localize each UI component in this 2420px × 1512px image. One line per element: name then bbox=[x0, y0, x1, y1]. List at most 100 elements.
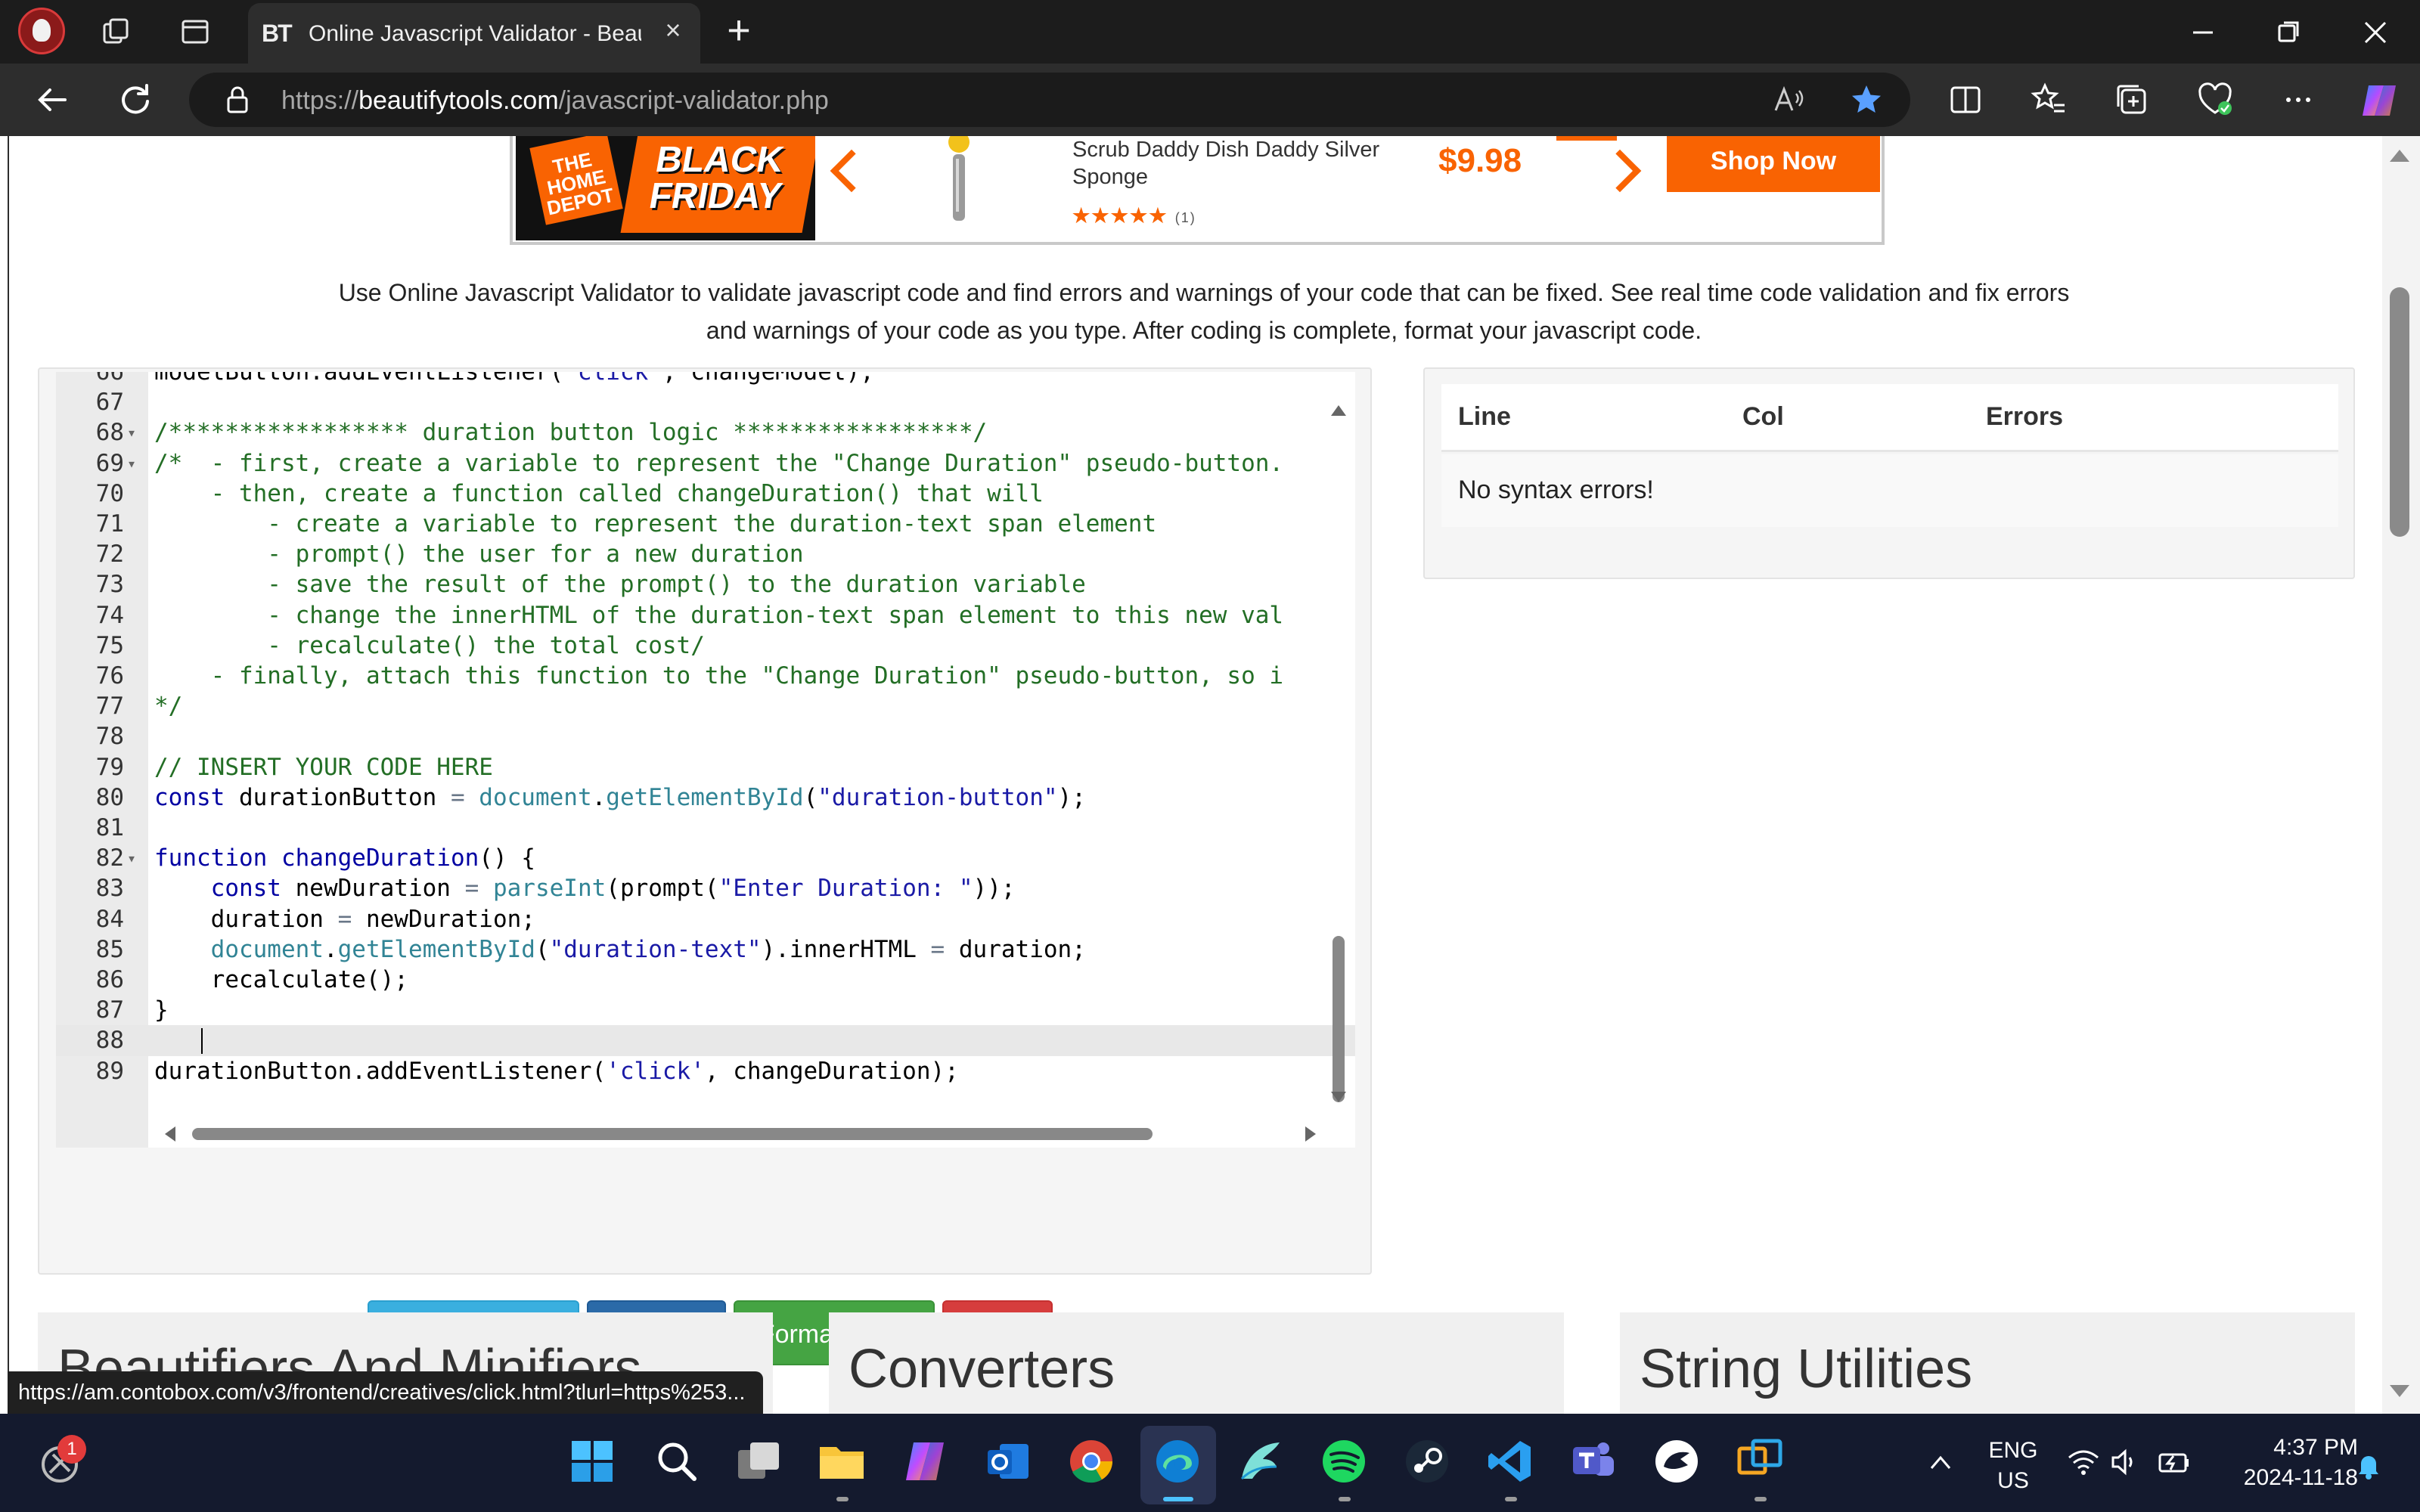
code-line[interactable]: 82 ▾ function changeDuration() { bbox=[56, 843, 1355, 874]
ad-rating-stars: ★★★★★ (1) bbox=[1072, 204, 1196, 227]
code-editor[interactable]: 66 modelButton.addEventListener('click', … bbox=[56, 372, 1355, 1148]
line-number: 71 bbox=[95, 510, 124, 538]
code-line[interactable]: 86 recalculate(); bbox=[56, 965, 1355, 996]
ad-prev-chevron-icon[interactable] bbox=[830, 149, 873, 193]
code-line[interactable]: 84 duration = newDuration; bbox=[56, 904, 1355, 935]
remote-desktop-icon[interactable] bbox=[1735, 1436, 1785, 1486]
browser-tab-active[interactable]: BT Online Javascript Validator - Beau × bbox=[248, 3, 700, 64]
line-number: 74 bbox=[95, 601, 124, 629]
spotify-icon[interactable] bbox=[1319, 1436, 1369, 1486]
microsoft-365-copilot-icon[interactable] bbox=[900, 1436, 950, 1486]
code-line[interactable]: 74 - change the innerHTML of the duratio… bbox=[56, 600, 1355, 631]
input-language[interactable]: ENG US bbox=[1983, 1438, 2043, 1494]
file-explorer-icon[interactable] bbox=[817, 1436, 867, 1486]
battery-charging-icon[interactable] bbox=[2155, 1447, 2192, 1477]
start-windows-icon[interactable] bbox=[567, 1436, 617, 1486]
line-number: 75 bbox=[95, 631, 124, 659]
workspaces-icon[interactable] bbox=[101, 17, 132, 47]
more-options-icon[interactable] bbox=[2279, 81, 2317, 119]
editor-scroll-down-icon[interactable] bbox=[1331, 1092, 1346, 1102]
code-text: - then, create a function called changeD… bbox=[154, 479, 1044, 507]
code-line[interactable]: 69 ▾ /* - first, create a variable to repr… bbox=[56, 448, 1355, 479]
code-line[interactable]: 68 ▾ /***************** duration button lo… bbox=[56, 417, 1355, 448]
status-link-preview: https://am.contobox.com/v3/frontend/crea… bbox=[8, 1371, 764, 1414]
page-scroll-down-icon[interactable] bbox=[2390, 1385, 2409, 1397]
clock[interactable]: 4:37 PM 2024-11-18 bbox=[2223, 1435, 2358, 1491]
code-line[interactable]: 73 - save the result of the prompt() to … bbox=[56, 569, 1355, 600]
line-number: 68 bbox=[95, 419, 124, 447]
wifi-icon[interactable] bbox=[2066, 1447, 2101, 1477]
back-arrow-icon[interactable] bbox=[33, 81, 71, 119]
editor-horizontal-scroll-thumb[interactable] bbox=[192, 1128, 1153, 1140]
tab-close-icon[interactable]: × bbox=[658, 15, 688, 45]
fold-toggle-icon[interactable]: ▾ bbox=[127, 843, 142, 874]
new-tab-icon[interactable]: + bbox=[720, 10, 758, 51]
fold-toggle-icon[interactable]: ▾ bbox=[127, 417, 142, 448]
read-aloud-icon[interactable] bbox=[1773, 85, 1806, 115]
vscode-icon[interactable] bbox=[1485, 1436, 1535, 1486]
code-line[interactable]: 77 */ bbox=[56, 691, 1355, 722]
task-view-icon[interactable] bbox=[734, 1436, 783, 1486]
steam-icon[interactable] bbox=[1402, 1436, 1452, 1486]
outlook-icon[interactable] bbox=[983, 1436, 1033, 1486]
shop-now-button[interactable]: Shop Now bbox=[1667, 136, 1880, 192]
volume-icon[interactable] bbox=[2108, 1447, 2139, 1477]
close-window-icon[interactable] bbox=[2358, 15, 2393, 50]
editor-scroll-right-icon[interactable] bbox=[1305, 1126, 1316, 1142]
code-line[interactable]: 78 bbox=[56, 721, 1355, 752]
teams-icon[interactable] bbox=[1568, 1436, 1618, 1486]
code-text: - create a variable to represent the dur… bbox=[154, 510, 1157, 538]
editor-vertical-scrollbar[interactable] bbox=[1328, 402, 1349, 1105]
language-code: ENG bbox=[1988, 1438, 2038, 1463]
code-line[interactable]: 66 modelButton.addEventListener('click', … bbox=[56, 372, 1355, 388]
app-wave-icon[interactable] bbox=[1236, 1436, 1286, 1486]
code-line[interactable]: 72 - prompt() the user for a new duratio… bbox=[56, 539, 1355, 570]
page-scroll-up-icon[interactable] bbox=[2390, 150, 2409, 162]
code-line[interactable]: 70 - then, create a function called chan… bbox=[56, 479, 1355, 510]
chrome-icon[interactable] bbox=[1066, 1436, 1116, 1486]
favorite-star-icon[interactable] bbox=[1850, 83, 1883, 116]
code-line[interactable]: 83 const newDuration = parseInt(prompt("… bbox=[56, 873, 1355, 904]
fold-toggle-icon[interactable]: ▾ bbox=[127, 448, 142, 479]
ad-banner[interactable]: THE HOME DEPOT BLACK FRIDAY Scrub Daddy D… bbox=[510, 136, 1885, 245]
line-number: 70 bbox=[95, 479, 124, 507]
copilot-icon[interactable] bbox=[2358, 79, 2400, 122]
address-bar[interactable]: https://beautifytools.com/javascript-val… bbox=[189, 73, 1910, 127]
notification-bell-icon[interactable] bbox=[2353, 1450, 2384, 1480]
code-line[interactable]: 75 - recalculate() the total cost/ bbox=[56, 631, 1355, 662]
refresh-icon[interactable] bbox=[116, 81, 154, 119]
browser-essentials-icon[interactable] bbox=[2196, 81, 2234, 119]
code-line[interactable]: 71 - create a variable to represent the … bbox=[56, 509, 1355, 540]
split-screen-icon[interactable] bbox=[1947, 81, 1984, 119]
editor-scroll-left-icon[interactable] bbox=[165, 1126, 175, 1142]
code-line[interactable]: 80 const durationButton = document.getEle… bbox=[56, 782, 1355, 813]
profile-avatar-icon[interactable] bbox=[18, 8, 65, 54]
game-app-icon[interactable] bbox=[1652, 1436, 1702, 1486]
line-number: 88 bbox=[95, 1027, 124, 1055]
code-line[interactable]: 76 - finally, attach this function to th… bbox=[56, 661, 1355, 692]
collections-icon[interactable] bbox=[2113, 81, 2151, 119]
edge-browser-icon[interactable] bbox=[1153, 1436, 1202, 1486]
code-line[interactable]: 67 bbox=[56, 387, 1355, 418]
search-icon[interactable] bbox=[652, 1436, 702, 1486]
page-scroll-thumb[interactable] bbox=[2390, 287, 2409, 537]
lock-icon[interactable] bbox=[222, 85, 253, 115]
tab-actions-icon[interactable] bbox=[180, 17, 210, 47]
editor-scroll-up-icon[interactable] bbox=[1331, 405, 1346, 416]
favorites-icon[interactable] bbox=[2030, 81, 2068, 119]
code-text: - recalculate() the total cost/ bbox=[154, 631, 705, 659]
ad-product-title[interactable]: Scrub Daddy Dish Daddy Silver Sponge bbox=[1072, 136, 1420, 191]
code-line[interactable]: 88 bbox=[56, 1025, 1355, 1057]
code-line[interactable]: 79 // INSERT YOUR CODE HERE bbox=[56, 752, 1355, 783]
code-line[interactable]: 81 bbox=[56, 813, 1355, 844]
minimize-icon[interactable] bbox=[2186, 15, 2220, 50]
show-hidden-icons-chevron-icon[interactable] bbox=[1927, 1452, 1954, 1473]
page-scrollbar[interactable] bbox=[2382, 136, 2420, 1414]
code-line[interactable]: 87} bbox=[56, 995, 1355, 1026]
editor-vertical-scroll-thumb[interactable] bbox=[1333, 936, 1345, 1102]
code-line[interactable]: 89 durationButton.addEventListener('click… bbox=[56, 1056, 1355, 1087]
editor-horizontal-scrollbar[interactable] bbox=[162, 1122, 1326, 1145]
ad-next-chevron-icon[interactable] bbox=[1598, 149, 1642, 193]
restore-icon[interactable] bbox=[2272, 15, 2307, 50]
code-line[interactable]: 85 document.getElementById("duration-tex… bbox=[56, 934, 1355, 965]
